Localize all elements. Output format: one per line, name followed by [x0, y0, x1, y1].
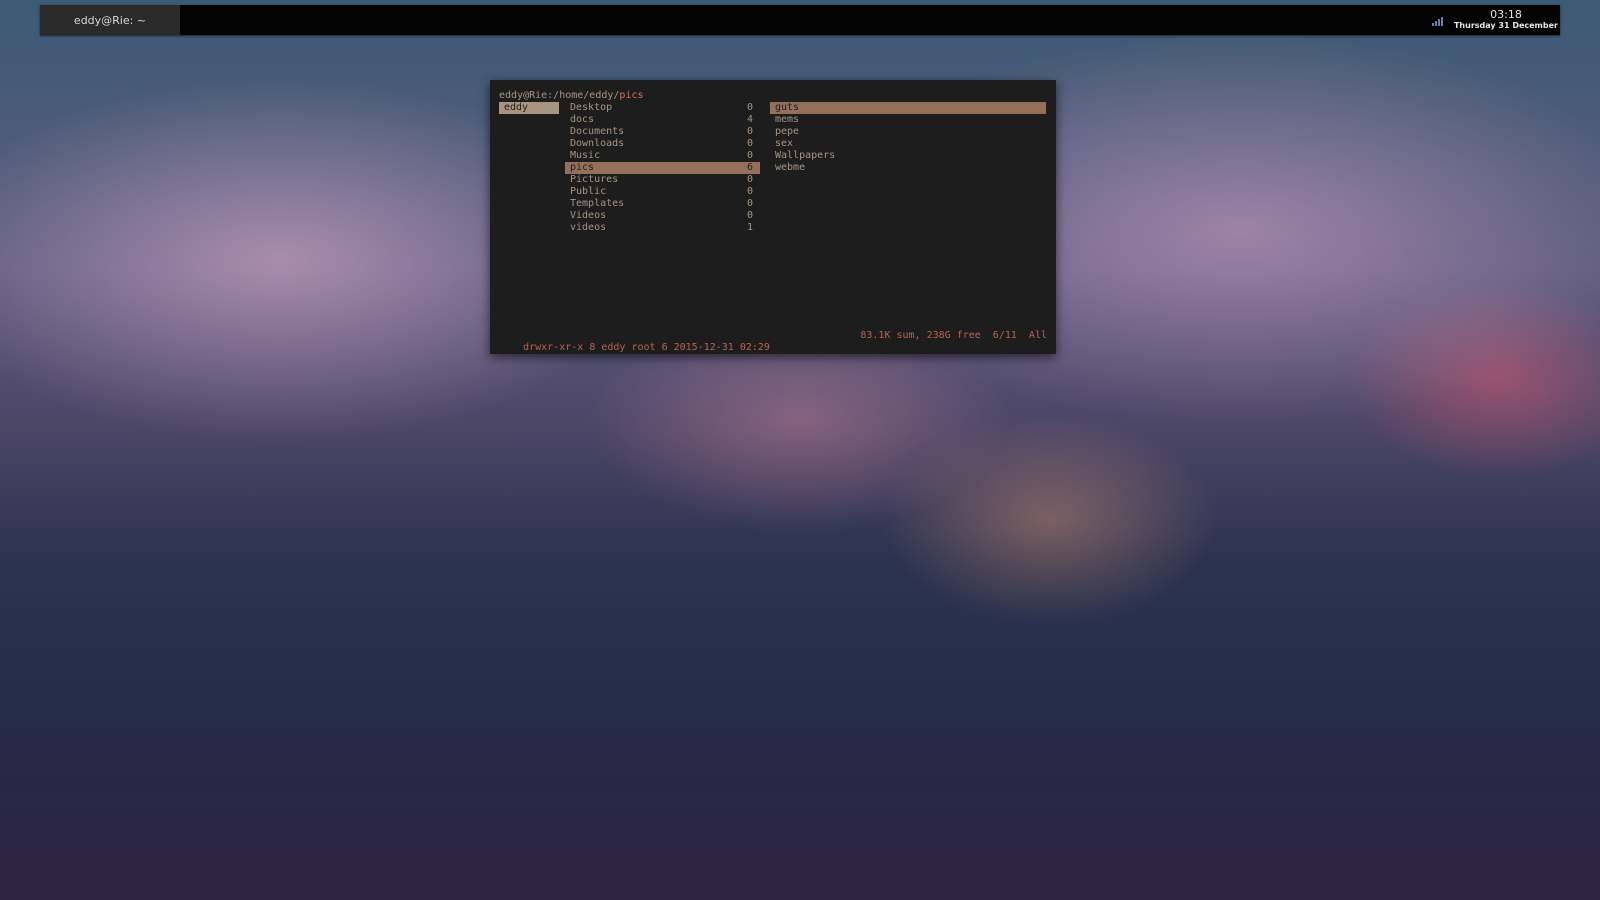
file-count: 0 [746, 102, 753, 113]
file-entry[interactable]: Downloads 0 [565, 138, 760, 150]
file-entry[interactable]: Documents 0 [565, 126, 760, 138]
file-count: 6 [746, 162, 753, 173]
file-count: 1 [746, 222, 753, 233]
file-entry[interactable]: videos 1 [565, 222, 760, 234]
file-name: sex [775, 138, 794, 149]
clock-date: Thursday 31 December [1453, 21, 1558, 30]
file-entry[interactable]: Desktop 0 [565, 102, 760, 114]
file-count: 0 [746, 138, 753, 149]
current-directory-column: Desktop 0 docs 4 Documents 0 Downloads 0 Music 0 p… [565, 102, 760, 234]
status-bar: drwxr-xr-x 8 eddy root 6 2015-12-31 02:2… [499, 330, 1047, 353]
file-name: mems [775, 114, 800, 125]
file-entry[interactable]: Music 0 [565, 150, 760, 162]
path-header: eddy@Rie:/home/eddy/pics [499, 90, 644, 102]
clock-time: 03:18 [1490, 8, 1522, 21]
file-name: guts [775, 102, 800, 113]
file-name: Documents [570, 126, 625, 137]
file-count: 0 [746, 150, 753, 161]
file-entry[interactable]: Wallpapers [770, 150, 1046, 162]
file-entry[interactable]: Templates 0 [565, 198, 760, 210]
taskbar-item-terminal[interactable]: eddy@Rie: ~ [40, 5, 180, 35]
signal-icon[interactable] [1431, 14, 1446, 26]
file-entry[interactable]: guts [770, 102, 1046, 114]
file-count: 0 [746, 198, 753, 209]
file-name: Music [570, 150, 601, 161]
file-name: pics [570, 162, 595, 173]
parent-directory-column: eddy [499, 102, 559, 114]
file-entry[interactable]: sex [770, 138, 1046, 150]
file-name: Public [570, 186, 607, 197]
file-name: Wallpapers [775, 150, 836, 161]
file-count: 0 [746, 174, 753, 185]
file-count: 0 [746, 210, 753, 221]
path-current: pics [619, 90, 644, 101]
system-tray: 03:18 Thursday 31 December [1431, 5, 1560, 35]
file-entry[interactable]: Pictures 0 [565, 174, 760, 186]
file-entry[interactable]: webme [770, 162, 1046, 174]
file-count: 0 [746, 126, 753, 137]
file-count: 0 [746, 186, 753, 197]
clock[interactable]: 03:18 Thursday 31 December [1454, 9, 1558, 31]
file-info: drwxr-xr-x 8 eddy root 6 2015-12-31 02:2… [523, 342, 770, 353]
preview-column: guts mems pepe sex Wallpapers webme [770, 102, 1046, 174]
file-name: Desktop [570, 102, 613, 113]
file-name: Videos [570, 210, 607, 221]
file-entry[interactable]: docs 4 [565, 114, 760, 126]
file-entry[interactable]: eddy [499, 102, 559, 114]
file-name: docs [570, 114, 595, 125]
file-entry[interactable]: pepe [770, 126, 1046, 138]
file-name: videos [570, 222, 607, 233]
file-entry[interactable]: Public 0 [565, 186, 760, 198]
disk-summary: 83.1K sum, 238G free 6/11 All [860, 330, 1047, 341]
top-panel: eddy@Rie: ~ 03:18 Thursday 31 December [40, 5, 1560, 35]
file-entry[interactable]: mems [770, 114, 1046, 126]
file-name: Templates [570, 198, 625, 209]
path-prefix: eddy@Rie:/home/eddy/ [499, 90, 620, 101]
file-name: Downloads [570, 138, 625, 149]
file-entry[interactable]: Videos 0 [565, 210, 760, 222]
file-name: Pictures [570, 174, 619, 185]
terminal-window[interactable]: eddy@Rie:/home/eddy/pics eddy Desktop 0 do… [490, 80, 1056, 354]
file-name: pepe [775, 126, 800, 137]
file-name: webme [775, 162, 806, 173]
file-count: 4 [746, 114, 753, 125]
file-entry[interactable]: pics 6 [565, 162, 760, 174]
file-name: eddy [504, 102, 529, 113]
